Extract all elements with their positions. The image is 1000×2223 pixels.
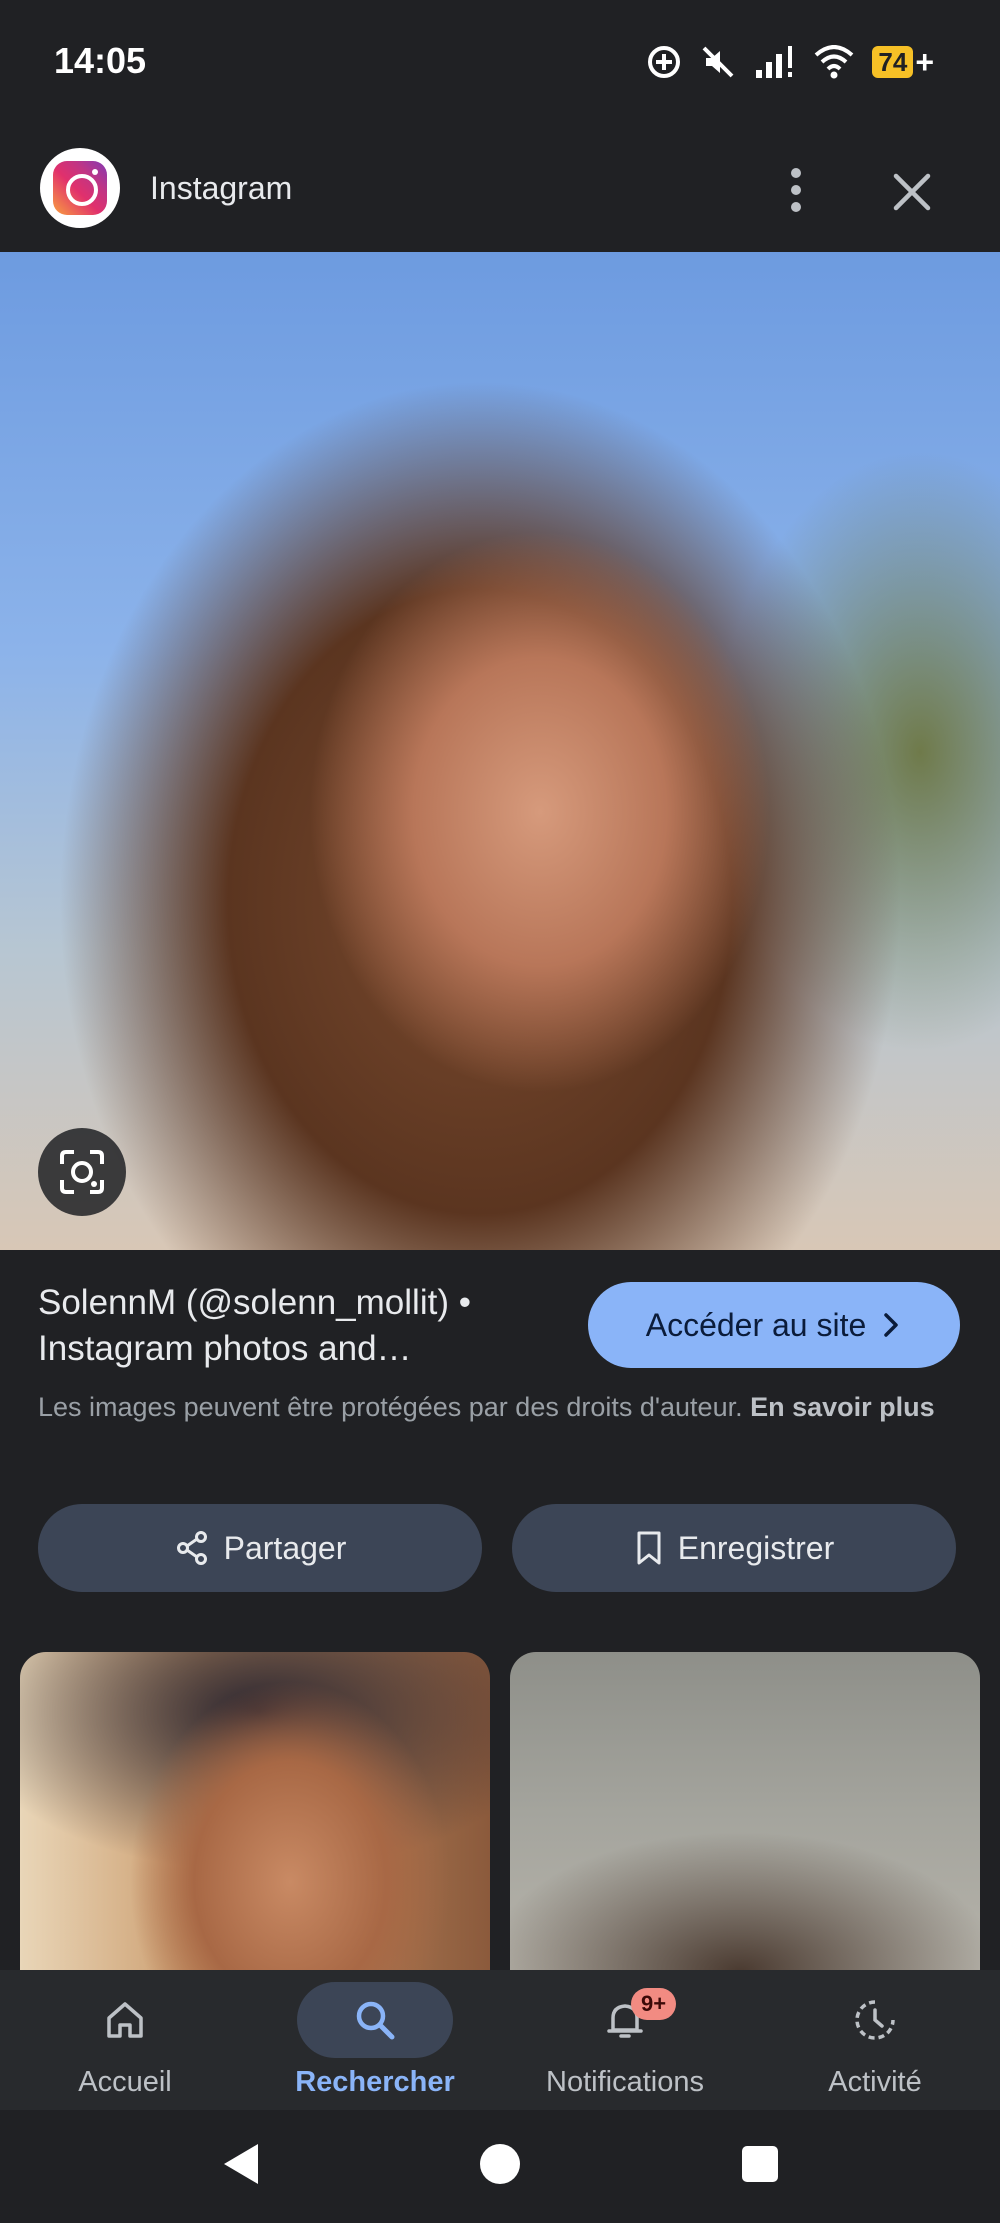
bookmark-icon: [637, 1531, 661, 1565]
nav-search[interactable]: Rechercher: [250, 1970, 500, 2110]
nav-notifications-label: Notifications: [546, 2066, 704, 2098]
save-label: Enregistrer: [677, 1529, 835, 1566]
home-circle-icon[interactable]: [478, 2140, 522, 2188]
related-image[interactable]: [510, 1652, 980, 1972]
notification-badge: 9+: [631, 1988, 677, 2020]
mute-icon: [702, 46, 734, 78]
nav-icon-container: [797, 1982, 953, 2058]
activity-icon: [855, 2000, 895, 2040]
more-dot: [791, 185, 801, 195]
viewer-header: Instagram: [0, 140, 1000, 240]
nav-icon-container: 9+: [547, 1982, 703, 2058]
nav-search-label: Rechercher: [295, 2066, 455, 2098]
data-saver-icon: [648, 46, 681, 78]
share-icon: [176, 1531, 207, 1565]
recents-icon[interactable]: [740, 2140, 780, 2188]
visit-site-button[interactable]: Accéder au site: [588, 1282, 960, 1368]
share-label: Partager: [223, 1529, 347, 1566]
nav-icon-container: [297, 1982, 453, 2058]
close-icon[interactable]: [888, 168, 936, 216]
charging-plus-icon: +: [915, 43, 934, 80]
learn-more-link[interactable]: En savoir plus: [750, 1392, 935, 1422]
copyright-notice: Les images peuvent être protégées par de…: [38, 1388, 958, 1427]
battery-level: 74: [872, 46, 914, 78]
copyright-text: Les images peuvent être protégées par de…: [38, 1392, 743, 1422]
home-icon: [107, 2002, 143, 2038]
source-site-name[interactable]: Instagram: [150, 170, 292, 207]
instagram-logo-glyph: [53, 161, 107, 215]
save-button[interactable]: Enregistrer: [512, 1504, 956, 1592]
battery-charging-icon: 74 +: [872, 44, 934, 81]
system-nav-bar: [0, 2110, 1000, 2223]
nav-notifications[interactable]: 9+ Notifications: [500, 1970, 750, 2110]
wifi-icon: [815, 45, 854, 79]
related-image[interactable]: [20, 1652, 490, 1972]
status-icons: 74 +: [646, 42, 934, 82]
instagram-logo[interactable]: [40, 148, 120, 228]
nav-home-label: Accueil: [78, 2066, 172, 2098]
back-icon[interactable]: [218, 2140, 262, 2188]
nav-icon-container: [47, 1982, 203, 2058]
search-icon: [356, 2001, 395, 2040]
chevron-right-icon: [884, 1313, 899, 1337]
status-bar: 14:05 74 +: [0, 0, 1000, 126]
more-dot: [791, 202, 801, 212]
bottom-nav: Accueil Rechercher 9+ Notifications Acti…: [0, 1970, 1000, 2110]
lens-icon: [60, 1150, 104, 1194]
result-title[interactable]: SolennM (@solenn_mollit) • Instagram pho…: [38, 1280, 578, 1372]
share-button[interactable]: Partager: [38, 1504, 482, 1592]
status-time: 14:05: [54, 40, 147, 81]
nav-home[interactable]: Accueil: [0, 1970, 250, 2110]
page: 14:05 74 + Instagram SolennM (@solenn_mo…: [0, 0, 1000, 2223]
google-lens-button[interactable]: [38, 1128, 126, 1216]
visit-site-label: Accéder au site: [645, 1306, 867, 1343]
nav-activity-label: Activité: [828, 2066, 922, 2098]
result-image[interactable]: [0, 252, 1000, 1250]
signal-icon: [756, 46, 793, 78]
more-vert-icon[interactable]: [772, 164, 820, 216]
more-dot: [791, 168, 801, 178]
nav-activity[interactable]: Activité: [750, 1970, 1000, 2110]
